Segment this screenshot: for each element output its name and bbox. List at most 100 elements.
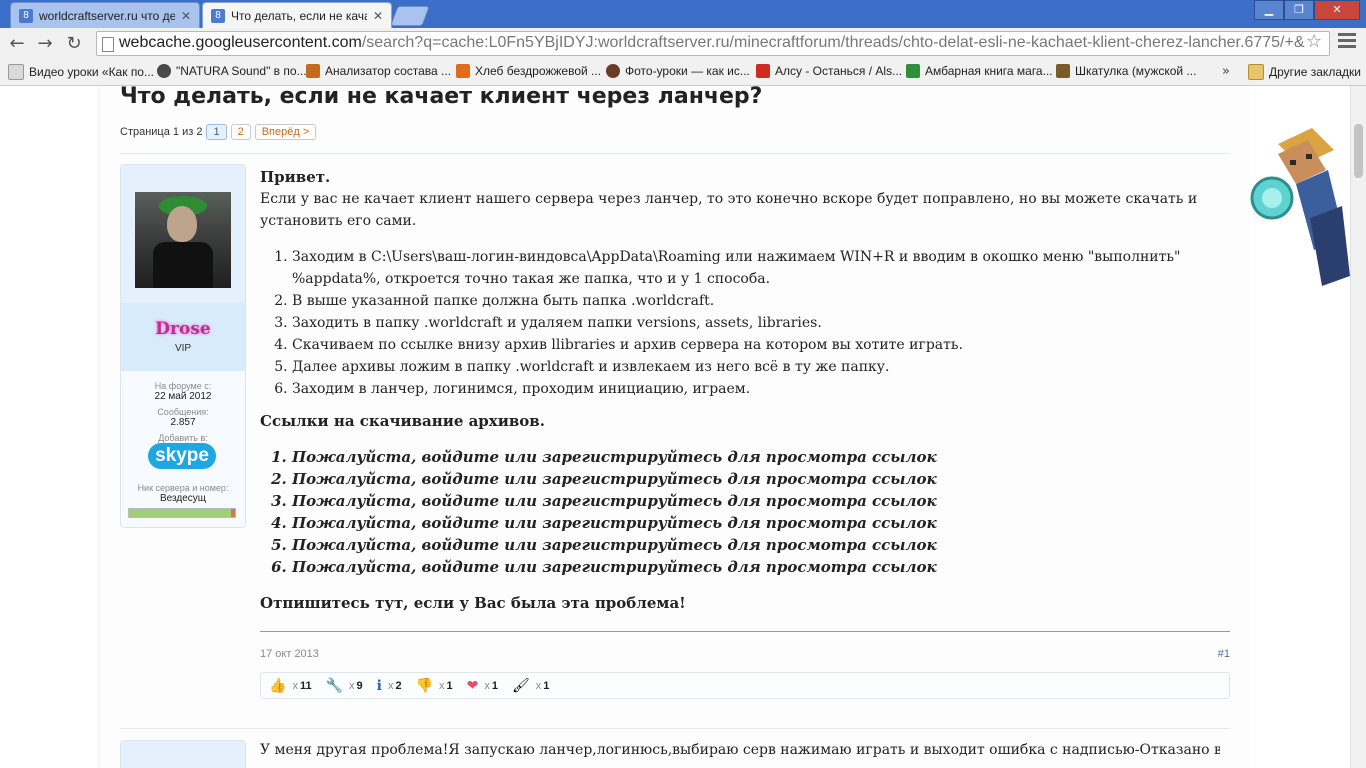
avatar-body: [153, 242, 213, 288]
bookmark-item[interactable]: Анализатор состава ...: [306, 64, 451, 78]
site-logo-icon: [1056, 64, 1070, 78]
bookmark-label: Амбарная книга мага...: [925, 64, 1053, 78]
bookmark-label: "NATURA Sound" в по...: [176, 64, 307, 78]
eye-icon: [157, 64, 171, 78]
heart-icon: ❤: [466, 677, 479, 693]
next-page-link[interactable]: Вперёд >: [254, 124, 317, 140]
bookmark-label: Алсу - Останься / Als...: [775, 64, 903, 78]
reload-button[interactable]: ↻: [63, 33, 85, 55]
minimize-button[interactable]: ▁: [1254, 0, 1284, 20]
new-tab-button[interactable]: [390, 6, 430, 26]
joined-info: На форуме с: 22 май 2012: [121, 381, 245, 402]
rating-x: x: [349, 679, 355, 692]
links-heading: Ссылки на скачивание архивов.: [260, 412, 545, 430]
thumbs-up-icon: 👍: [269, 677, 287, 693]
page-link-1[interactable]: 1: [206, 124, 227, 140]
brush-icon: 🖌: [512, 677, 530, 693]
rating-x: x: [439, 679, 445, 692]
login-link[interactable]: Пожалуйста, войдите или зарегистрируйтес…: [292, 490, 1230, 512]
login-link[interactable]: Пожалуйста, войдите или зарегистрируйтес…: [292, 534, 1230, 556]
ratings-bar: 👍 x 11 🔧 x 9 ℹx2 👎 x 1 ❤ x 1 🖌 x 1: [260, 672, 1230, 699]
bookmark-item[interactable]: Видео уроки «Как по...: [8, 64, 154, 80]
close-window-button[interactable]: ✕: [1314, 0, 1360, 20]
forward-button[interactable]: →: [34, 33, 56, 55]
login-link[interactable]: Пожалуйста, войдите или зарегистрируйтес…: [292, 556, 1230, 578]
joined-label: На форуме с:: [154, 381, 212, 391]
avatar[interactable]: [135, 192, 231, 288]
post-number[interactable]: #1: [1218, 648, 1230, 660]
rating-item[interactable]: 🔧 x 9: [326, 677, 363, 694]
tab-strip: 8 worldcraftserver.ru что дел ✕ 8 Что де…: [0, 0, 1366, 28]
wrench-icon: 🔧: [325, 677, 344, 693]
info-icon: ℹ: [376, 677, 382, 693]
more-bookmarks-chevron-icon[interactable]: »: [1222, 64, 1230, 79]
bookmark-item[interactable]: Алсу - Останься / Als...: [756, 64, 902, 78]
wrench-menu-icon[interactable]: [1338, 33, 1356, 49]
rating-count: 1: [543, 679, 550, 692]
bookmark-item[interactable]: Амбарная книга мага...: [906, 64, 1053, 78]
add-info: Добавить в:: [121, 433, 245, 443]
progress-bar-end: [231, 509, 235, 517]
login-link[interactable]: Пожалуйста, войдите или зарегистрируйтес…: [292, 468, 1230, 490]
bookmark-star-icon[interactable]: ☆: [1306, 31, 1322, 52]
list-item: Заходим в ланчер, логинимся, проходим ин…: [292, 378, 1230, 400]
user-info-panel: [120, 740, 246, 768]
close-tab-icon[interactable]: ✕: [373, 9, 383, 23]
maximize-button[interactable]: ❐: [1284, 0, 1314, 20]
coffee-icon: [606, 64, 620, 78]
rating-item[interactable]: ℹx2: [377, 677, 402, 694]
posts-label: Сообщения:: [157, 407, 209, 417]
rating-count: 11: [299, 679, 312, 692]
rating-count: 2: [395, 679, 402, 692]
spreadsheet-icon: [906, 64, 920, 78]
divider: [260, 631, 1230, 632]
post-date[interactable]: 17 окт 2013: [260, 648, 319, 660]
bookmark-label: Шкатулка (мужской ...: [1075, 64, 1197, 78]
bookmark-label: Фото-уроки — как ис...: [625, 64, 750, 78]
window-controls: ▁ ❐ ✕: [1254, 0, 1360, 20]
rating-x: x: [292, 679, 298, 692]
rating-item[interactable]: 👎 x 1: [416, 677, 453, 694]
bookmark-item[interactable]: Шкатулка (мужской ...: [1056, 64, 1196, 78]
joined-date: 22 май 2012: [154, 391, 212, 402]
back-button[interactable]: ←: [6, 33, 28, 55]
username[interactable]: Drose: [121, 319, 245, 339]
folder-icon: [1248, 64, 1264, 80]
vertical-scrollbar[interactable]: [1350, 86, 1366, 768]
browser-toolbar: ← → ↻ webcache.googleusercontent.com/sea…: [0, 28, 1366, 61]
rating-item[interactable]: 🖌 x 1: [512, 677, 549, 694]
progress-bar: [128, 508, 236, 518]
divider: [120, 728, 1230, 729]
google-favicon-icon: 8: [19, 8, 33, 23]
rating-count: 1: [446, 679, 453, 692]
links-list: Пожалуйста, войдите или зарегистрируйтес…: [260, 446, 1230, 578]
scrollbar-thumb[interactable]: [1354, 124, 1363, 178]
rating-item[interactable]: 👍 x 11: [269, 677, 312, 694]
bookmark-item[interactable]: Хлеб бездрожжевой ...: [456, 64, 601, 78]
address-bar[interactable]: webcache.googleusercontent.com/search?q=…: [96, 31, 1330, 56]
page-link-2[interactable]: 2: [230, 124, 251, 140]
server-info: Ник сервера и номер: Вездесущ: [121, 483, 245, 504]
close-tab-icon[interactable]: ✕: [181, 9, 191, 23]
posts-info: Сообщения: 2.857: [121, 407, 245, 428]
login-link[interactable]: Пожалуйста, войдите или зарегистрируйтес…: [292, 446, 1230, 468]
bookmark-item[interactable]: Фото-уроки — как ис...: [606, 64, 750, 78]
other-bookmarks[interactable]: Другие закладки: [1248, 64, 1361, 80]
bookmark-label: Хлеб бездрожжевой ...: [475, 64, 602, 78]
bookmark-label: Анализатор состава ...: [325, 64, 452, 78]
tab-worldcraft[interactable]: 8 worldcraftserver.ru что дел ✕: [10, 2, 200, 28]
divider: [120, 153, 1230, 154]
post-intro: Если у вас не качает клиент нашего серве…: [260, 191, 1198, 229]
rating-item[interactable]: ❤ x 1: [467, 677, 498, 694]
other-bookmarks-label: Другие закладки: [1269, 65, 1361, 79]
user-rank: VIP: [174, 343, 192, 354]
rating-x: x: [535, 679, 542, 692]
login-link[interactable]: Пожалуйста, войдите или зарегистрируйтес…: [292, 512, 1230, 534]
bookmark-item[interactable]: "NATURA Sound" в по...: [157, 64, 307, 78]
web-page: Что делать, если не качает клиент через …: [0, 86, 1366, 768]
skype-icon[interactable]: skype: [148, 443, 216, 469]
page-title: Что делать, если не качает клиент через …: [120, 86, 763, 109]
address-host: webcache.googleusercontent.com: [119, 34, 362, 51]
tab-active-thread[interactable]: 8 Что делать, если не качае ✕: [202, 2, 392, 28]
bookmarks-bar: Видео уроки «Как по... "NATURA Sound" в …: [0, 60, 1366, 86]
